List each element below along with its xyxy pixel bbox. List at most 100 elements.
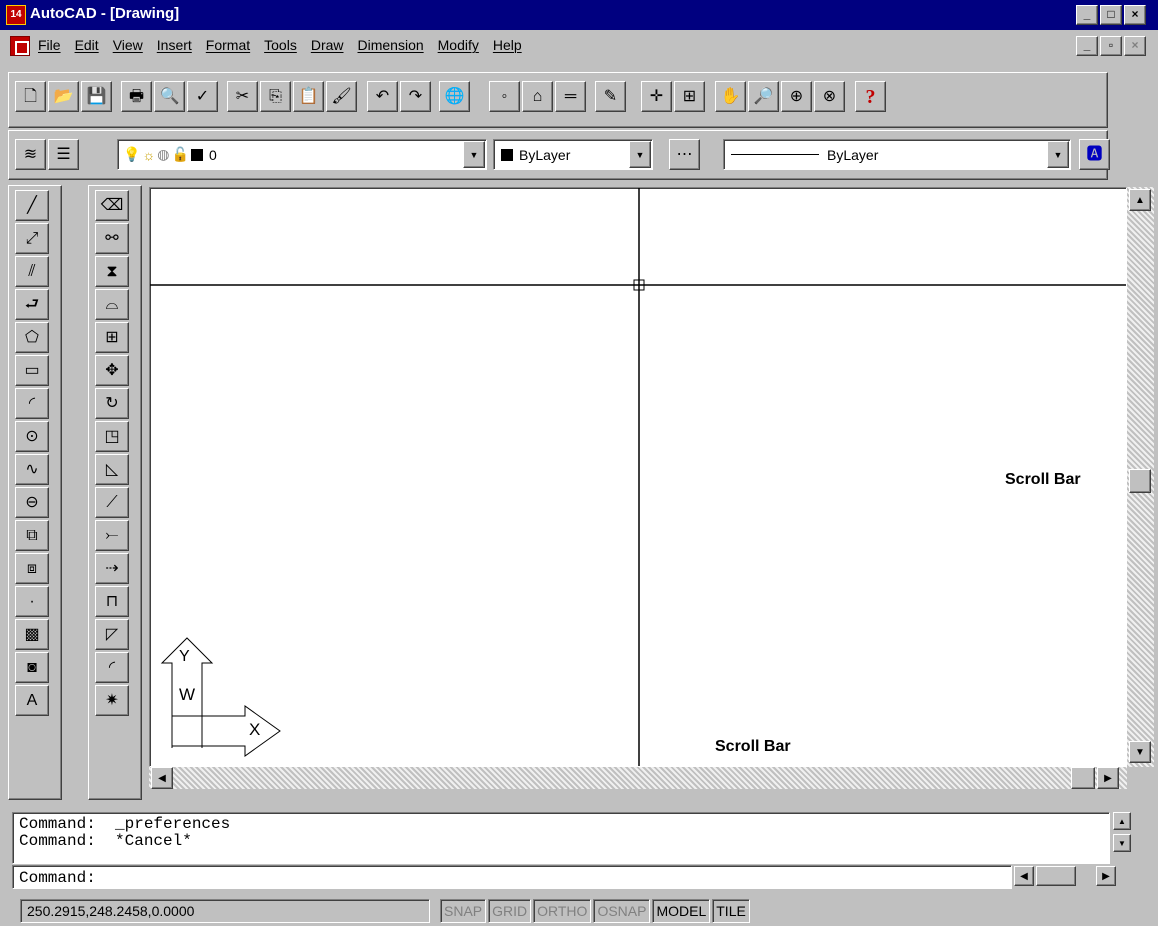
rectangle-icon[interactable]: ▭ — [15, 355, 49, 386]
launch-browser-icon[interactable]: 🌐 — [439, 81, 470, 112]
open-icon[interactable]: 📂 — [48, 81, 79, 112]
snap-toggle[interactable]: SNAP — [440, 899, 487, 923]
line-icon[interactable]: ╱ — [15, 190, 49, 221]
menu-modify[interactable]: Modify — [438, 37, 479, 53]
point-icon[interactable]: · — [15, 586, 49, 617]
linetype-icon[interactable]: ⋯ — [669, 139, 700, 170]
array-icon[interactable]: ⊞ — [95, 322, 129, 353]
break-icon[interactable]: ⊓ — [95, 586, 129, 617]
scroll-left-button[interactable]: ◀ — [151, 767, 173, 789]
fillet-icon[interactable]: ◜ — [95, 652, 129, 683]
vertical-scrollbar[interactable]: ▲ ▼ — [1127, 187, 1154, 767]
scale-icon[interactable]: ◳ — [95, 421, 129, 452]
scroll-up-button[interactable]: ▲ — [1129, 189, 1151, 211]
multiline-icon[interactable]: ⫽ — [15, 256, 49, 287]
minimize-button[interactable]: _ — [1076, 5, 1098, 25]
maximize-button[interactable]: □ — [1100, 5, 1122, 25]
color-dropdown-arrow[interactable]: ▼ — [629, 141, 651, 168]
command-scroll-down-button[interactable]: ▼ — [1113, 834, 1131, 852]
tile-toggle[interactable]: TILE — [712, 899, 750, 923]
print-preview-icon[interactable]: 🔍 — [154, 81, 185, 112]
zoom-previous-icon[interactable]: ⊗ — [814, 81, 845, 112]
extend-icon[interactable]: ⇢ — [95, 553, 129, 584]
zoom-window-icon[interactable]: ⊕ — [781, 81, 812, 112]
command-scroll-left-button[interactable]: ◀ — [1014, 866, 1034, 886]
insert-block-icon[interactable]: ⧉ — [15, 520, 49, 551]
tracking-icon[interactable]: ⌂ — [522, 81, 553, 112]
zoom-realtime-icon[interactable]: 🔎 — [748, 81, 779, 112]
drawing-area[interactable]: Y W X Scroll Bar Scroll Bar — [149, 187, 1127, 767]
paste-icon[interactable]: 📋 — [293, 81, 324, 112]
menu-help[interactable]: Help — [493, 37, 522, 53]
ellipse-icon[interactable]: ⊖ — [15, 487, 49, 518]
menu-file[interactable]: File — [38, 37, 61, 53]
menu-draw[interactable]: Draw — [311, 37, 344, 53]
menu-format[interactable]: Format — [206, 37, 250, 53]
horizontal-scrollbar[interactable]: ◀ ▶ — [149, 767, 1127, 789]
polyline-icon[interactable]: ⮐ — [15, 289, 49, 320]
distance-icon[interactable]: ═ — [555, 81, 586, 112]
document-icon[interactable] — [10, 36, 30, 56]
command-scroll-thumb[interactable] — [1036, 866, 1076, 886]
new-icon[interactable]: 🗋 — [15, 81, 46, 112]
scroll-right-button[interactable]: ▶ — [1097, 767, 1119, 789]
layer-dropdown-arrow[interactable]: ▼ — [463, 141, 485, 168]
layer-dropdown[interactable]: 💡 ☼ ◍ 🔓 0 ▼ — [117, 139, 487, 170]
explode-icon[interactable]: ✷ — [95, 685, 129, 716]
pan-icon[interactable]: ✋ — [715, 81, 746, 112]
lengthen-icon[interactable]: ⟋ — [95, 487, 129, 518]
command-line-scrollbar[interactable]: ◀ ▶ — [1012, 866, 1118, 888]
command-scroll-up-button[interactable]: ▲ — [1113, 812, 1131, 830]
ortho-toggle[interactable]: ORTHO — [533, 899, 592, 923]
copy-icon[interactable]: ⎘ — [260, 81, 291, 112]
rotate-icon[interactable]: ↻ — [95, 388, 129, 419]
cut-icon[interactable]: ✂ — [227, 81, 258, 112]
save-icon[interactable]: 💾 — [81, 81, 112, 112]
command-history[interactable]: Command: _preferences Command: *Cancel* — [12, 812, 1110, 864]
doc-minimize-button[interactable]: _ — [1076, 36, 1098, 56]
menu-tools[interactable]: Tools — [264, 37, 297, 53]
command-history-scrollbar[interactable]: ▲ ▼ — [1113, 812, 1131, 864]
chamfer-icon[interactable]: ◸ — [95, 619, 129, 650]
trim-icon[interactable]: ⤚ — [95, 520, 129, 551]
mirror-icon[interactable]: ⧗ — [95, 256, 129, 287]
color-dropdown[interactable]: ByLayer ▼ — [493, 139, 653, 170]
make-object-layer-current-icon[interactable]: ≋ — [15, 139, 46, 170]
command-scroll-right-button[interactable]: ▶ — [1096, 866, 1116, 886]
redraw-icon[interactable]: ✎ — [595, 81, 626, 112]
menu-dimension[interactable]: Dimension — [358, 37, 424, 53]
properties-icon[interactable]: 🅰 — [1079, 139, 1110, 170]
region-icon[interactable]: ◙ — [15, 652, 49, 683]
print-icon[interactable]: 🖶 — [121, 81, 152, 112]
menu-view[interactable]: View — [113, 37, 143, 53]
layers-icon[interactable]: ☰ — [48, 139, 79, 170]
construction-line-icon[interactable]: ⤢ — [15, 223, 49, 254]
model-toggle[interactable]: MODEL — [652, 899, 711, 923]
multiline-text-icon[interactable]: A — [15, 685, 49, 716]
offset-icon[interactable]: ⌓ — [95, 289, 129, 320]
linetype-dropdown-arrow[interactable]: ▼ — [1047, 141, 1069, 168]
ucs-icon[interactable]: ✛ — [641, 81, 672, 112]
spelling-icon[interactable]: ✓ — [187, 81, 218, 112]
vertical-scroll-thumb[interactable] — [1129, 469, 1151, 493]
move-icon[interactable]: ✥ — [95, 355, 129, 386]
snap-from-icon[interactable]: ◦ — [489, 81, 520, 112]
autocad-app-icon[interactable]: 14 — [6, 5, 26, 25]
polygon-icon[interactable]: ⬠ — [15, 322, 49, 353]
match-properties-icon[interactable]: 🖌 — [326, 81, 357, 112]
doc-close-button[interactable]: × — [1124, 36, 1146, 56]
osnap-toggle[interactable]: OSNAP — [593, 899, 651, 923]
copy-object-icon[interactable]: ⚯ — [95, 223, 129, 254]
menu-edit[interactable]: Edit — [75, 37, 99, 53]
erase-icon[interactable]: ⌫ — [95, 190, 129, 221]
doc-restore-button[interactable]: ▫ — [1100, 36, 1122, 56]
spline-icon[interactable]: ∿ — [15, 454, 49, 485]
redo-icon[interactable]: ↷ — [400, 81, 431, 112]
hatch-icon[interactable]: ▩ — [15, 619, 49, 650]
undo-icon[interactable]: ↶ — [367, 81, 398, 112]
make-block-icon[interactable]: ⧈ — [15, 553, 49, 584]
circle-icon[interactable]: ⊙ — [15, 421, 49, 452]
grid-toggle[interactable]: GRID — [488, 899, 532, 923]
close-button[interactable]: × — [1124, 5, 1146, 25]
stretch-icon[interactable]: ◺ — [95, 454, 129, 485]
